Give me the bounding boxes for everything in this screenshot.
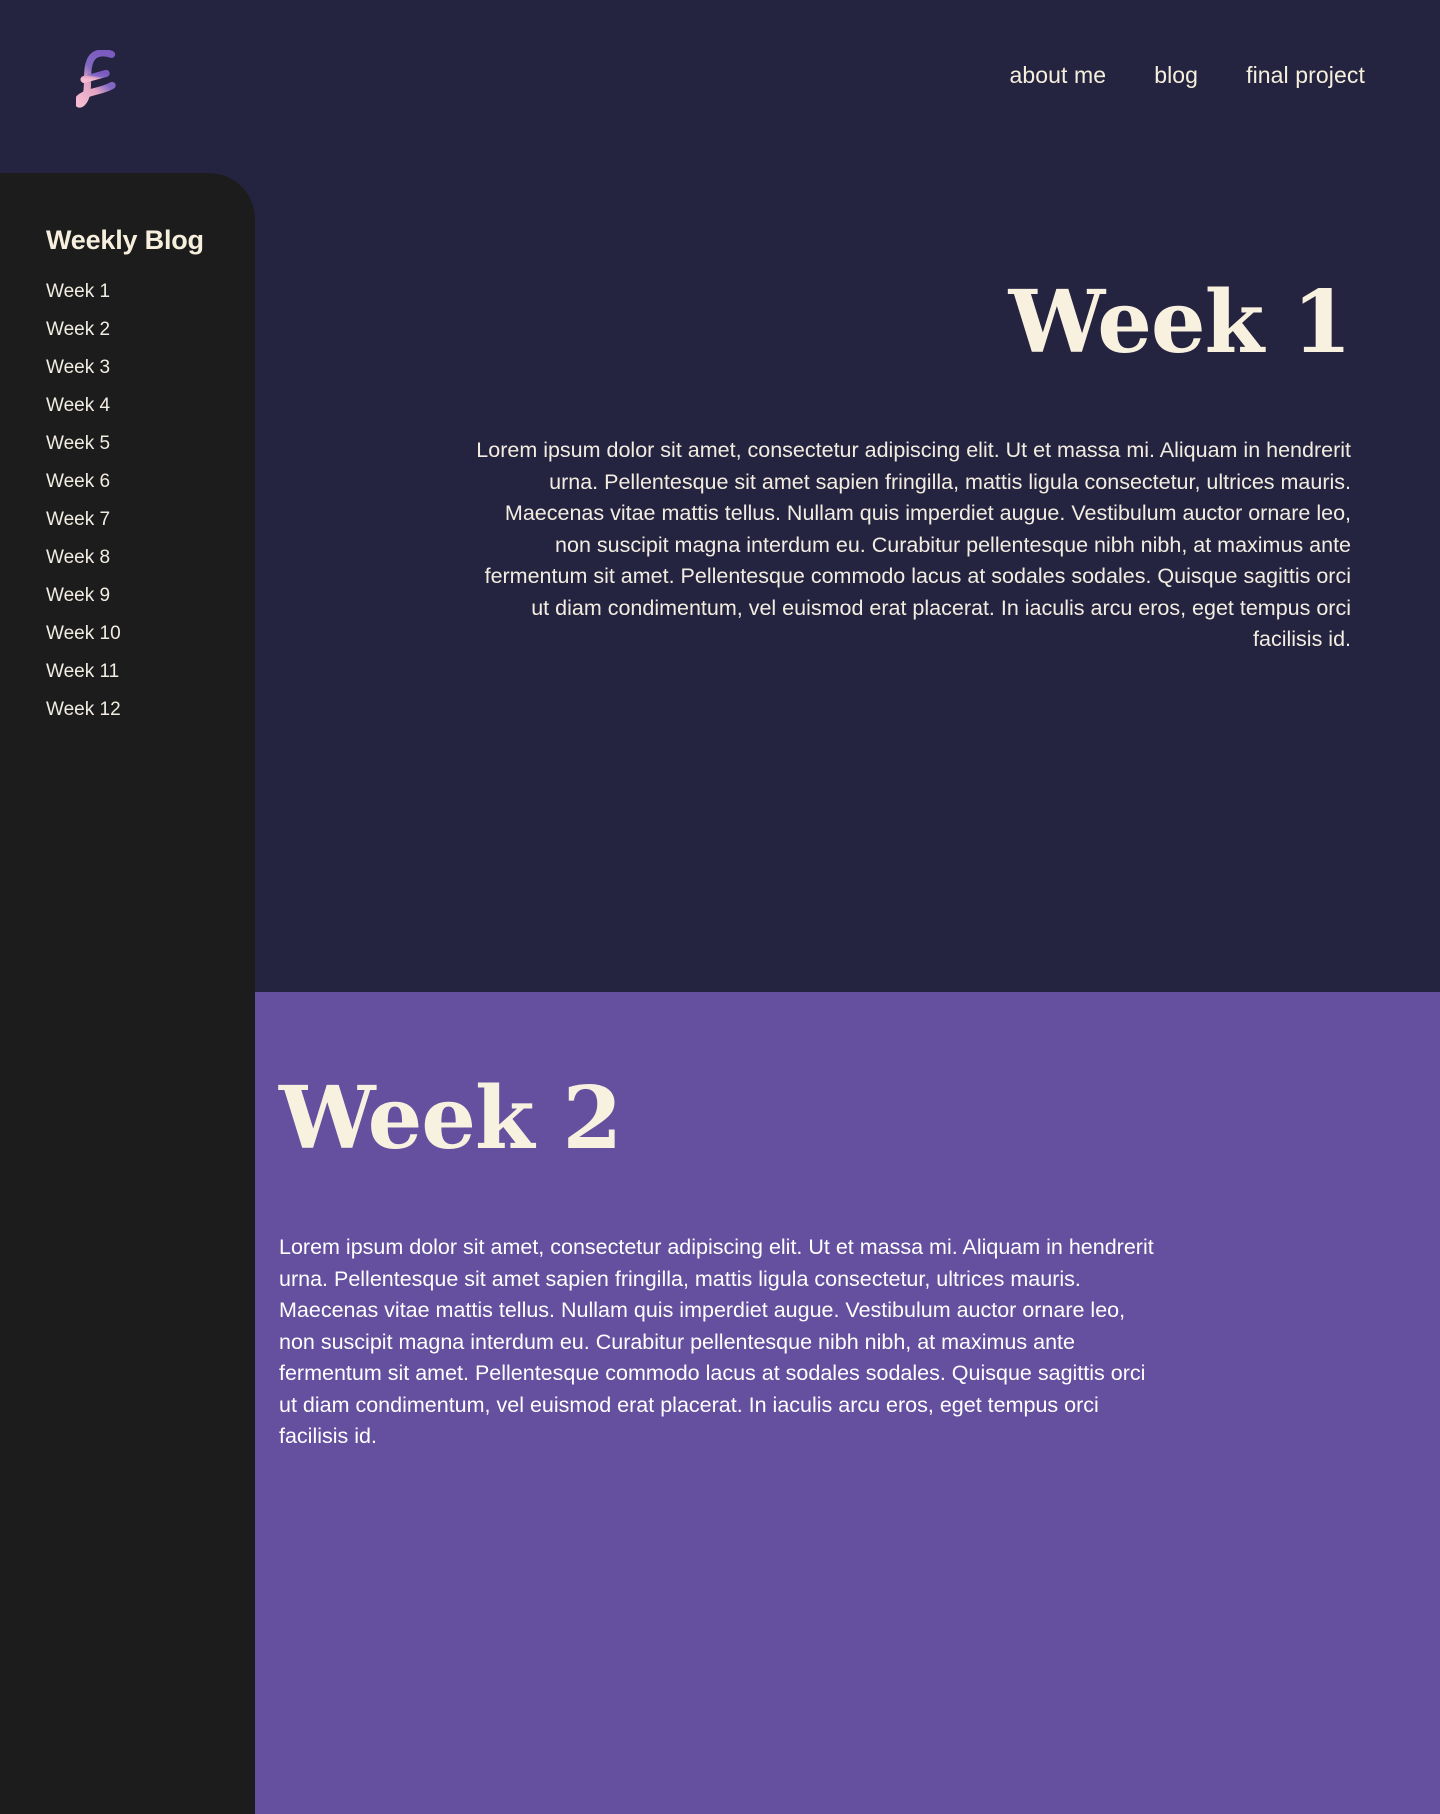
post-title-week-2: Week 2 [279, 1068, 622, 1169]
sidebar-item-week-12[interactable]: Week 12 [46, 691, 255, 729]
list-item: Week 11 [46, 653, 255, 691]
sidebar-item-week-7[interactable]: Week 7 [46, 501, 255, 539]
list-item: Week 2 [46, 311, 255, 349]
sidebar-week-list: Week 1 Week 2 Week 3 Week 4 Week 5 Week … [46, 273, 255, 729]
sidebar-item-week-3[interactable]: Week 3 [46, 349, 255, 387]
sidebar-item-week-9[interactable]: Week 9 [46, 577, 255, 615]
sidebar-item-week-1[interactable]: Week 1 [46, 273, 255, 311]
sidebar-item-week-10[interactable]: Week 10 [46, 615, 255, 653]
nav-link-about-me[interactable]: about me [1009, 62, 1106, 90]
page-root: about me blog final project Week 1 Lorem… [0, 0, 1440, 1814]
script-f-logo-icon[interactable] [76, 50, 118, 110]
post-inner-week-1: Week 1 Lorem ipsum dolor sit amet, conse… [255, 173, 1440, 992]
list-item: Week 3 [46, 349, 255, 387]
sidebar-item-week-2[interactable]: Week 2 [46, 311, 255, 349]
post-title-week-1: Week 1 [1008, 272, 1352, 373]
nav-link-blog[interactable]: blog [1154, 62, 1198, 90]
sidebar-item-week-4[interactable]: Week 4 [46, 387, 255, 425]
site-header: about me blog final project [0, 0, 1440, 173]
list-item: Week 12 [46, 691, 255, 729]
list-item: Week 8 [46, 539, 255, 577]
list-item: Week 4 [46, 387, 255, 425]
list-item: Week 9 [46, 577, 255, 615]
nav-link-final-project[interactable]: final project [1246, 62, 1365, 90]
blog-post-week-2: Week 2 Lorem ipsum dolor sit amet, conse… [255, 992, 1440, 1814]
post-body-week-2: Lorem ipsum dolor sit amet, consectetur … [279, 1235, 1154, 1448]
list-item: Week 7 [46, 501, 255, 539]
sidebar-item-week-6[interactable]: Week 6 [46, 463, 255, 501]
sidebar-title: Weekly Blog [46, 225, 204, 255]
list-item: Week 1 [46, 273, 255, 311]
list-item: Week 6 [46, 463, 255, 501]
sidebar-item-week-11[interactable]: Week 11 [46, 653, 255, 691]
weekly-blog-sidebar: Weekly Blog Week 1 Week 2 Week 3 Week 4 … [0, 173, 255, 1814]
sidebar-item-week-8[interactable]: Week 8 [46, 539, 255, 577]
blog-post-week-1: Week 1 Lorem ipsum dolor sit amet, conse… [255, 173, 1440, 992]
post-inner-week-2: Week 2 Lorem ipsum dolor sit amet, conse… [255, 992, 1440, 1814]
sidebar-item-week-5[interactable]: Week 5 [46, 425, 255, 463]
main-nav: about me blog final project [1009, 62, 1365, 90]
post-body-week-1: Lorem ipsum dolor sit amet, consectetur … [476, 438, 1351, 651]
list-item: Week 10 [46, 615, 255, 653]
list-item: Week 5 [46, 425, 255, 463]
